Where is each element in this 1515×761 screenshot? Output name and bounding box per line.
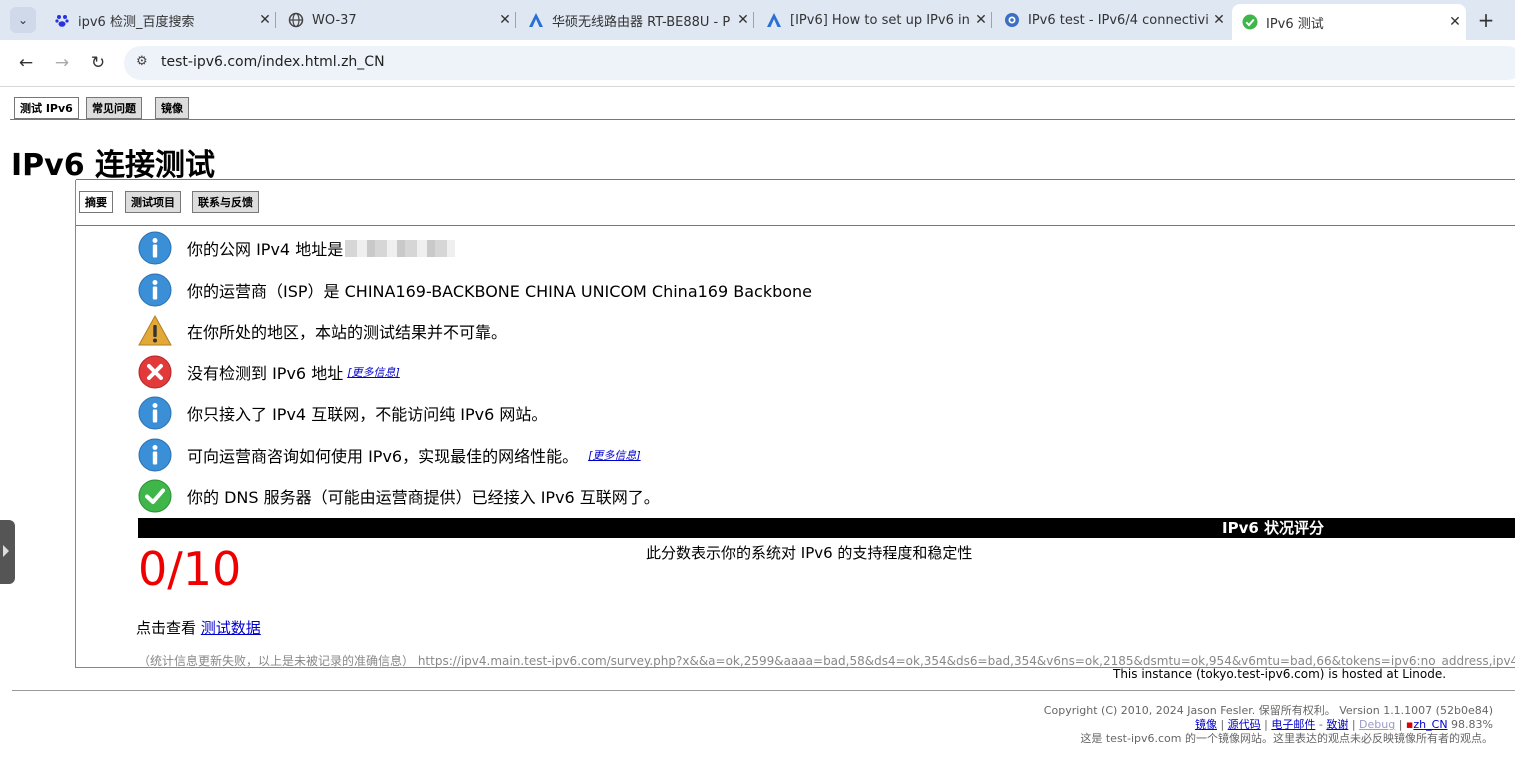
url-text: test-ipv6.com/index.html.zh_CN xyxy=(161,54,385,70)
warning-icon xyxy=(138,314,172,346)
result-text: 在你所处的地区，本站的测试结果并不可靠。 xyxy=(187,323,508,342)
info-icon xyxy=(138,273,172,307)
result-ipv4-address: 你的公网 IPv4 地址是 xyxy=(138,230,456,266)
browser-tab-label: [IPv6] How to set up IPv6 in A xyxy=(790,12,970,28)
close-icon[interactable]: ✕ xyxy=(254,12,276,28)
result-region-warning: 在你所处的地区，本站的测试结果并不可靠。 xyxy=(138,313,507,349)
arrow-left-icon: ← xyxy=(18,53,34,73)
more-info-link[interactable]: [更多信息] xyxy=(347,364,400,380)
divider xyxy=(12,690,1515,691)
result-text: 可向运营商咨询如何使用 IPv6，实现最佳的网络性能。 xyxy=(187,447,579,466)
browser-tab-wo37[interactable]: WO-37 ✕ xyxy=(278,4,516,36)
info-icon xyxy=(138,438,172,472)
score-value: 0/10 xyxy=(138,542,242,596)
tab-tests[interactable]: 测试项目 xyxy=(125,191,181,213)
browser-tab-asus-ipv6[interactable]: [IPv6] How to set up IPv6 in A ✕ xyxy=(756,4,992,36)
browser-tab-label: ipv6 检测_百度搜索 xyxy=(78,14,195,30)
tab-search-menu-button[interactable]: ⌄ xyxy=(10,7,36,33)
footer-mirror-note: 这是 test-ipv6.com 的一个镜像网站。这里表达的观点未必反映镜像所有… xyxy=(1080,732,1493,745)
instance-info: This instance (tokyo.test-ipv6.com) is h… xyxy=(1113,667,1447,681)
close-icon[interactable]: ✕ xyxy=(494,12,516,28)
browser-tab-ipv6-test-en[interactable]: IPv6 test - IPv6/4 connectivity ✕ xyxy=(994,4,1230,36)
baidu-paw-icon xyxy=(54,12,70,28)
result-dns-ipv6: 你的 DNS 服务器（可能由运营商提供）已经接入 IPv6 互联网了。 xyxy=(138,478,660,514)
browser-toolbar: ← → ↻ ⚙ test-ipv6.com/index.html.zh_CN xyxy=(0,40,1515,87)
more-info-link[interactable]: [更多信息] xyxy=(588,447,641,463)
forward-button[interactable]: → xyxy=(49,50,75,76)
result-isp: 你的运营商（ISP）是 CHINA169-BACKBONE CHINA UNIC… xyxy=(138,272,812,308)
tab-faq[interactable]: 常见问题 xyxy=(86,97,142,119)
browser-tab-label: WO-37 xyxy=(312,12,357,28)
browser-tab-baidu[interactable]: ipv6 检测_百度搜索 ✕ xyxy=(44,4,276,36)
arrow-right-icon: → xyxy=(54,53,70,73)
browser-tab-label: IPv6 测试 xyxy=(1266,16,1324,32)
globe-icon xyxy=(288,12,304,28)
divider xyxy=(76,179,1515,180)
success-icon xyxy=(138,479,172,513)
result-no-ipv6: 没有检测到 IPv6 地址 [更多信息] xyxy=(138,354,400,390)
browser-tab-label: IPv6 test - IPv6/4 connectivity xyxy=(1028,12,1208,28)
result-ipv4-only: 你只接入了 IPv4 互联网，不能访问纯 IPv6 网站。 xyxy=(138,395,547,431)
view-test-data: 点击查看 测试数据 xyxy=(136,617,261,638)
result-text: 你的 DNS 服务器（可能由运营商提供）已经接入 IPv6 互联网了。 xyxy=(187,488,660,507)
new-tab-button[interactable]: + xyxy=(1474,8,1498,32)
check-icon xyxy=(1242,14,1258,30)
close-icon[interactable]: ✕ xyxy=(970,12,992,28)
score-description: 此分数表示你的系统对 IPv6 的支持程度和稳定性 xyxy=(646,544,973,562)
close-icon[interactable]: ✕ xyxy=(1208,12,1230,28)
tab-test-ipv6[interactable]: 测试 IPv6 xyxy=(14,97,79,119)
results-panel: 摘要 测试项目 联系与反馈 你的公网 IPv4 地址是 你的运营商（ISP）是 … xyxy=(75,179,1515,668)
divider xyxy=(76,225,1515,226)
result-ask-isp: 可向运营商咨询如何使用 IPv6，实现最佳的网络性能。 [更多信息] xyxy=(138,437,641,473)
asus-logo-icon xyxy=(766,12,782,28)
result-text: 你的公网 IPv4 地址是 xyxy=(187,240,344,259)
address-bar[interactable]: ⚙ test-ipv6.com/index.html.zh_CN xyxy=(124,46,1515,80)
reload-button[interactable]: ↻ xyxy=(85,50,111,76)
close-icon[interactable]: ✕ xyxy=(1444,14,1466,30)
side-panel-handle[interactable] xyxy=(0,520,15,584)
asus-logo-icon xyxy=(528,12,544,28)
chevron-right-icon xyxy=(3,545,9,557)
browser-tab-asus-router[interactable]: 华硕无线路由器 RT-BE88U - P ✕ xyxy=(518,4,754,36)
result-text: 你只接入了 IPv4 互联网，不能访问纯 IPv6 网站。 xyxy=(187,405,548,424)
tab-contact[interactable]: 联系与反馈 xyxy=(192,191,259,213)
info-icon xyxy=(138,231,172,265)
plus-icon: + xyxy=(1477,8,1495,32)
page-title: IPv6 连接测试 xyxy=(11,148,216,183)
score-bar: IPv6 状况评分 xyxy=(138,518,1515,538)
score-bar-label: IPv6 状况评分 xyxy=(1222,519,1325,537)
tab-mirrors[interactable]: 镜像 xyxy=(155,97,189,119)
ipv6-site-icon xyxy=(1004,12,1020,28)
back-button[interactable]: ← xyxy=(13,50,39,76)
reload-icon: ↻ xyxy=(90,53,106,73)
result-text: 没有检测到 IPv6 地址 xyxy=(187,364,344,383)
redacted-ip xyxy=(345,239,456,257)
view-prefix: 点击查看 xyxy=(136,619,197,637)
tab-summary[interactable]: 摘要 xyxy=(79,191,113,213)
close-icon[interactable]: ✕ xyxy=(732,12,754,28)
error-icon xyxy=(138,355,172,389)
site-settings-icon[interactable]: ⚙ xyxy=(136,54,148,69)
chevron-down-icon: ⌄ xyxy=(17,13,29,27)
browser-tabstrip: ⌄ ipv6 检测_百度搜索 ✕ WO-37 ✕ 华硕无线路由器 RT-BE88… xyxy=(0,0,1515,40)
browser-tab-ipv6-test-zh[interactable]: IPv6 测试 ✕ xyxy=(1232,4,1466,40)
divider xyxy=(10,119,1515,120)
info-icon xyxy=(138,396,172,430)
result-text: 你的运营商（ISP）是 CHINA169-BACKBONE CHINA UNIC… xyxy=(187,282,813,301)
browser-tab-label: 华硕无线路由器 RT-BE88U - P xyxy=(552,14,731,30)
test-data-link[interactable]: 测试数据 xyxy=(201,619,261,637)
